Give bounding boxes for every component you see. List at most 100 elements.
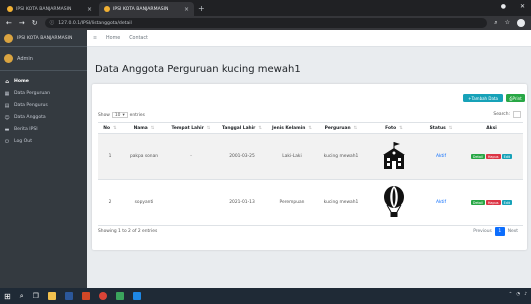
reload-icon[interactable]: ↻ (32, 19, 38, 27)
users-icon: ☺ (4, 114, 10, 121)
col-header-label: Foto (385, 125, 397, 131)
address-bar-row: ← → ↻ ⓘ 127.0.0.1/IPSI/listanggota/detai… (0, 16, 531, 30)
url-field[interactable]: ⓘ 127.0.0.1/IPSI/listanggota/detail (44, 18, 488, 28)
list-icon: ▤ (4, 102, 10, 109)
sidebar-item-data-anggota[interactable]: ☺ Data Anggota (0, 112, 87, 123)
new-tab-icon[interactable]: + (198, 2, 205, 16)
home-icon: ⌂ (5, 78, 9, 85)
avatar (4, 54, 13, 63)
search-input[interactable] (513, 111, 521, 118)
col-header-tempat-lahir[interactable]: Tempat Lahir ⇅ (166, 122, 216, 134)
col-header-no[interactable]: No ⇅ (98, 122, 122, 134)
table-header-row: No ⇅ Nama ⇅ Tempat Lahir ⇅ Tanggal Lahir ⇅ J… (98, 122, 523, 134)
sort-icon: ⇅ (448, 125, 453, 131)
chevron-down-icon: ▾ (122, 112, 125, 118)
sidebar-item-home[interactable]: ⌂ Home (0, 76, 87, 87)
cell-aksi: Detail Hapus Edit (460, 133, 523, 180)
table-row: 1 pakpa sonan - 2001-03-25 Laki-Laki kuc… (98, 133, 523, 180)
brand-logo-icon (4, 33, 13, 43)
sidebar-item-berita-ipsi[interactable]: ▬ Berita IPSI (0, 124, 87, 135)
sidebar-item-label: Data Pengurus (14, 103, 48, 108)
volume-icon[interactable]: ♪ (524, 292, 527, 297)
col-header-status[interactable]: Status ⇅ (422, 122, 460, 134)
page-1-button[interactable]: 1 (494, 227, 505, 236)
word-icon[interactable] (64, 292, 73, 300)
cell-tempat-lahir (166, 179, 216, 226)
col-header-label: Tanggal Lahir (221, 125, 256, 131)
add-data-label: Tambah Data (471, 95, 498, 101)
system-tray[interactable]: ⌃ ◔ ♪ (509, 292, 527, 297)
task-view-icon[interactable]: ❐ (33, 292, 39, 300)
col-header-label: Tempat Lahir (171, 125, 204, 131)
vscode-icon[interactable] (132, 292, 141, 300)
sidebar-item-data-pengurus[interactable]: ▤ Data Pengurus (0, 100, 87, 111)
pagination: Previous 1 Next (470, 227, 521, 236)
bookmark-star-icon[interactable]: ☆ (505, 19, 510, 27)
entries-select[interactable]: 10 ▾ (111, 112, 128, 118)
add-data-button[interactable]: + Tambah Data (463, 94, 503, 102)
close-tab-icon[interactable]: × (184, 6, 189, 13)
zoom-icon[interactable]: ⌕ (494, 19, 497, 27)
browser-tab-2[interactable]: IPSI KOTA BANJARMASIN × (99, 2, 194, 16)
chevron-up-icon[interactable]: ⌃ (509, 292, 513, 297)
col-header-tanggal-lahir[interactable]: Tanggal Lahir ⇅ (216, 122, 268, 134)
search-icon[interactable]: ⌕ (20, 292, 24, 301)
search-control: Search: (493, 111, 521, 118)
col-header-perguruan[interactable]: Perguruan ⇅ (316, 122, 366, 134)
delete-button[interactable]: Hapus (485, 154, 501, 159)
back-icon[interactable]: ← (6, 19, 12, 27)
user-panel[interactable]: Admin (0, 47, 87, 71)
file-explorer-icon[interactable] (47, 292, 56, 300)
top-navbar: ≡ Home Contact (87, 30, 531, 47)
windows-start-icon[interactable]: ⊞ (4, 292, 11, 301)
col-header-label: Perguruan (324, 125, 351, 131)
anggota-table: No ⇅ Nama ⇅ Tempat Lahir ⇅ Tanggal Lahir ⇅ J… (98, 122, 523, 226)
nav-home-link[interactable]: Home (106, 36, 120, 41)
col-header-nama[interactable]: Nama ⇅ (122, 122, 166, 134)
detail-button[interactable]: Detail (470, 154, 485, 159)
sidebar-item-data-perguruan[interactable]: ▦ Data Perguruan (0, 88, 87, 99)
close-window-icon[interactable]: ✕ (520, 3, 525, 10)
col-header-foto[interactable]: Foto ⇅ (366, 122, 422, 134)
sort-icon: ⇅ (399, 125, 403, 131)
record-icon[interactable]: ● (501, 3, 506, 10)
app-icon[interactable] (115, 292, 124, 300)
sidebar-item-label: Berita IPSI (14, 127, 38, 132)
chrome-icon[interactable] (98, 292, 107, 300)
sort-icon: ⇅ (308, 125, 313, 131)
sort-icon: ⇅ (353, 125, 358, 131)
col-header-label: Nama (133, 125, 148, 131)
cell-no: 1 (98, 133, 122, 180)
brand-link[interactable]: IPSI KOTA BANJARMASIN (0, 30, 87, 47)
network-icon[interactable]: ◔ (516, 292, 520, 297)
detail-button[interactable]: Detail (470, 200, 485, 205)
next-page-button[interactable]: Next (505, 228, 521, 235)
print-button[interactable]: ⎙ Print (506, 94, 525, 102)
cell-foto (366, 133, 422, 180)
cell-perguruan: kucing mewah1 (316, 179, 366, 226)
cell-tanggal-lahir: 2001-03-25 (216, 133, 268, 180)
power-icon: ⏻ (5, 138, 9, 145)
card-icon: ▬ (4, 126, 10, 133)
nav-contact-link[interactable]: Contact (129, 36, 148, 41)
hamburger-icon[interactable]: ≡ (93, 36, 97, 41)
sidebar-item-log-out[interactable]: ⏻ Log Out (0, 136, 87, 147)
sidebar-item-label: Data Perguruan (14, 91, 51, 96)
sort-icon: ⇅ (258, 125, 263, 131)
previous-page-button[interactable]: Previous (470, 228, 495, 235)
cell-nama: pakpa sonan (122, 133, 166, 180)
powerpoint-icon[interactable] (81, 292, 90, 300)
browser-tab-1[interactable]: IPSI KOTA BANJARMASIN × (2, 2, 97, 16)
col-header-aksi[interactable]: Aksi (460, 122, 523, 134)
cell-no: 2 (98, 179, 122, 226)
edit-button[interactable]: Edit (501, 200, 513, 205)
close-tab-icon[interactable]: × (87, 6, 92, 13)
url-text: 127.0.0.1/IPSI/listanggota/detail (58, 20, 132, 26)
edit-button[interactable]: Edit (501, 154, 513, 159)
col-header-jenis-kelamin[interactable]: Jenis Kelamin ⇅ (268, 122, 316, 134)
delete-button[interactable]: Hapus (485, 200, 501, 205)
sidebar-menu: ⌂ Home ▦ Data Perguruan ▤ Data Pengurus … (0, 71, 87, 147)
cell-nama: sopyanti (122, 179, 166, 226)
profile-icon[interactable] (517, 19, 525, 27)
forward-icon[interactable]: → (19, 19, 25, 27)
